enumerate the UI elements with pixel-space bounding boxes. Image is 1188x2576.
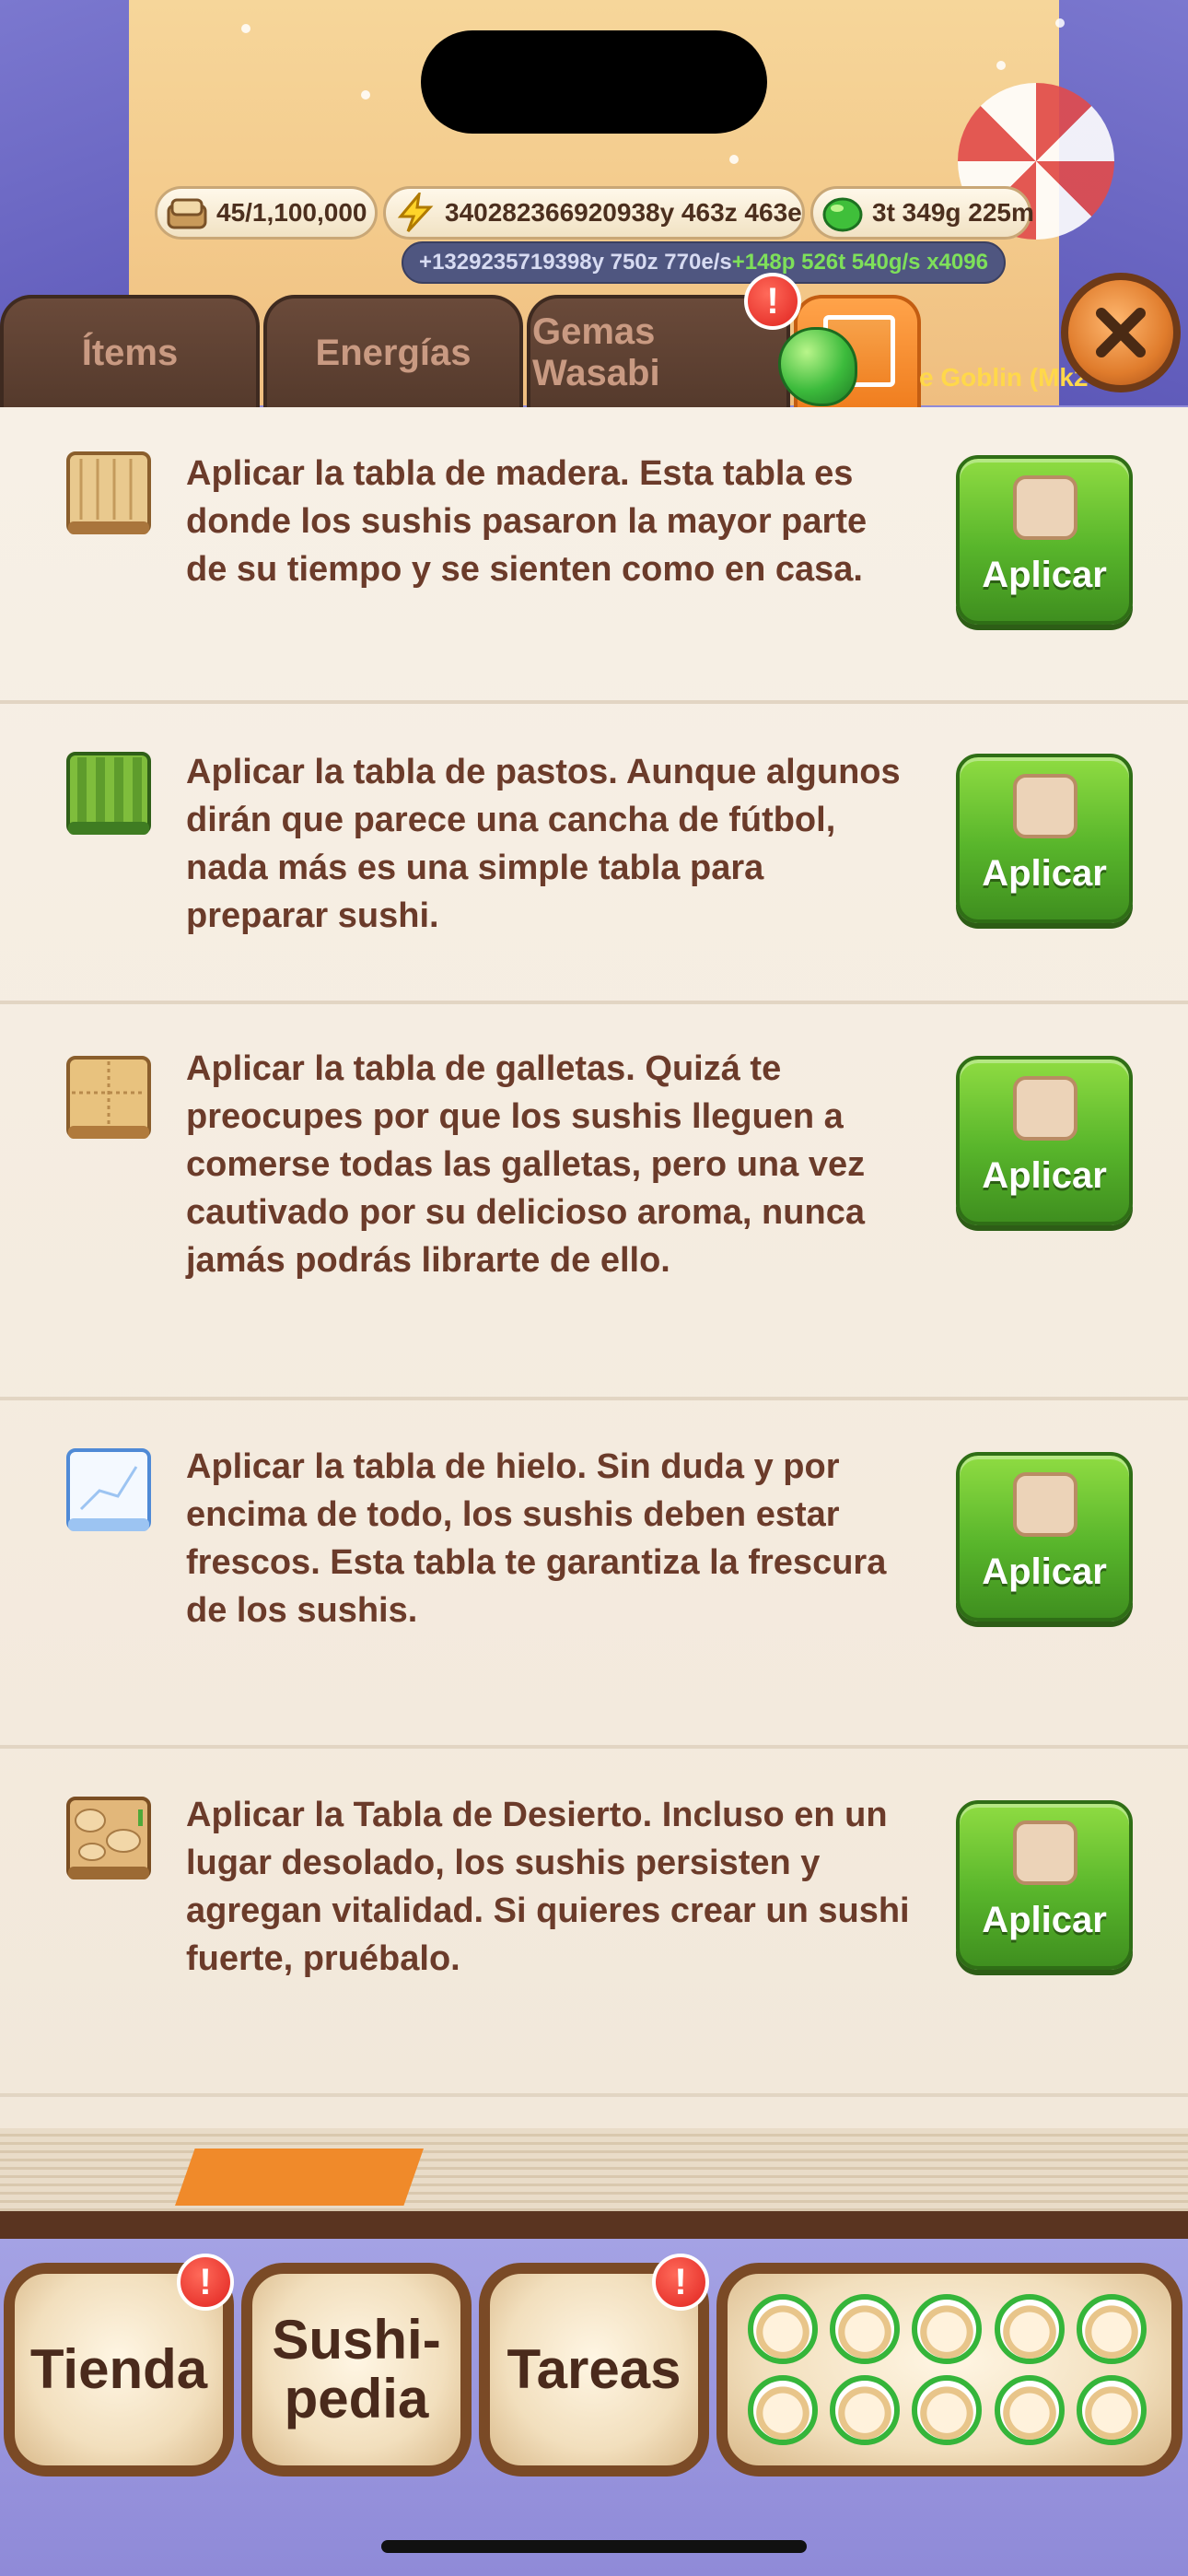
home-indicator[interactable] [381, 2540, 807, 2553]
list-item: Aplicar la tabla de hielo. Sin duda y po… [0, 1400, 1188, 1749]
tab-goblin-label[interactable]: e Goblin (Mk2 [919, 363, 1089, 392]
sushi-avatar-icon [912, 2294, 983, 2364]
sushipedia-label-line1: Sushi- [272, 2309, 441, 2371]
board-description: Aplicar la tabla de galletas. Quizá te p… [186, 1049, 866, 1280]
desert-board-icon [66, 1797, 151, 1879]
apply-button[interactable]: Aplicar [956, 1056, 1133, 1225]
energy-rate: +1329235719398y 750z 770e/s [419, 250, 732, 275]
apply-button[interactable]: Aplicar [956, 455, 1133, 625]
tab-alert-icon: ! [744, 273, 801, 330]
sushi-avatar-icon [830, 2375, 901, 2445]
wasabi-gem-icon [822, 197, 863, 232]
board-description: Aplicar la tabla de madera. Esta tabla e… [186, 454, 868, 589]
book-spine [0, 2211, 1188, 2239]
gem-rate: +148p 526t 540g/s x4096 [731, 250, 988, 275]
sushi-avatar-icon [994, 2294, 1065, 2364]
list-item: Aplicar la Tabla de Desierto. Incluso en… [0, 1749, 1188, 2097]
shop-button-label: Tienda [29, 2338, 208, 2400]
apply-button-label: Aplicar [982, 853, 1107, 894]
apply-checkbox [1013, 1076, 1077, 1141]
close-button[interactable] [1061, 273, 1181, 392]
sushi-avatar-icon [748, 2294, 818, 2364]
lightning-icon [397, 193, 434, 233]
grass-board-icon [66, 752, 151, 835]
gem-badge[interactable]: 3t 349g 225m [810, 186, 1034, 240]
board-stack-icon [167, 198, 207, 229]
book-ribbon [175, 2149, 424, 2206]
cookie-board-icon [66, 1056, 151, 1139]
apply-button[interactable]: Aplicar [956, 1800, 1133, 1970]
tab-energias-label: Energías [315, 332, 472, 373]
sushi-avatar-icon [912, 2375, 983, 2445]
board-description: Aplicar la tabla de pastos. Aunque algun… [186, 753, 901, 935]
sushi-avatar-icon [748, 2375, 818, 2445]
tab-gemas-label: Gemas Wasabi [532, 311, 660, 393]
tab-energias[interactable]: Energías [263, 295, 523, 407]
energy-badge[interactable]: 34028236692093​8y 463z 463e [383, 186, 805, 240]
apply-button[interactable]: Aplicar [956, 754, 1133, 923]
sushi-avatar-icon [1076, 2375, 1147, 2445]
apply-button-label: Aplicar [982, 1900, 1107, 1940]
apply-checkbox [1013, 475, 1077, 540]
camera-notch [421, 30, 767, 134]
tab-items-label: Ítems [81, 332, 179, 373]
sushi-avatar-icon [830, 2294, 901, 2364]
apply-button-label: Aplicar [982, 555, 1107, 595]
tasks-button-label: Tareas [507, 2338, 681, 2400]
board-count: 45/1,100,000 [216, 198, 367, 227]
sushi-avatar-icon [1076, 2294, 1147, 2364]
gem-amount: 3t 349g 225m [872, 198, 1034, 227]
snow-dot [1055, 18, 1065, 28]
list-item: Aplicar la tabla de madera. Esta tabla e… [0, 407, 1188, 704]
apply-checkbox [1013, 1821, 1077, 1885]
apply-button[interactable]: Aplicar [956, 1452, 1133, 1622]
sushi-avatar-icon [994, 2375, 1065, 2445]
board-description: Aplicar la tabla de hielo. Sin duda y po… [186, 1447, 887, 1630]
sushipedia-button[interactable]: Sushi- pedia [241, 2263, 472, 2476]
snow-dot [729, 155, 739, 164]
snow-dot [241, 24, 250, 33]
tasks-alert-icon: ! [652, 2254, 709, 2311]
snow-dot [361, 90, 370, 100]
shop-alert-icon: ! [177, 2254, 234, 2311]
sushipedia-label-line2: pedia [284, 2368, 429, 2430]
income-rates-bar: +1329235719398y 750z 770e/s +148p 526t 5… [402, 241, 1006, 284]
tab-items[interactable]: Ítems [0, 295, 260, 407]
apply-checkbox [1013, 1472, 1077, 1537]
ice-board-icon [66, 1448, 151, 1531]
apply-button-label: Aplicar [982, 1551, 1107, 1592]
sushi-team-button[interactable] [716, 2263, 1182, 2476]
wood-board-icon [66, 451, 151, 534]
list-item: Aplicar la tabla de pastos. Aunque algun… [0, 704, 1188, 1004]
energy-amount: 34028236692093​8y 463z 463e [445, 198, 802, 227]
close-icon [1096, 308, 1146, 357]
list-item: Aplicar la tabla de galletas. Quizá te p… [0, 1004, 1188, 1400]
apply-button-label: Aplicar [982, 1155, 1107, 1196]
board-description: Aplicar la Tabla de Desierto. Incluso en… [186, 1796, 910, 1978]
board-list-panel: Aplicar la tabla de madera. Esta tabla e… [0, 407, 1188, 2139]
snow-dot [996, 61, 1006, 70]
apply-checkbox [1013, 774, 1077, 838]
board-count-badge[interactable]: 45/1,100,000 [155, 186, 378, 240]
